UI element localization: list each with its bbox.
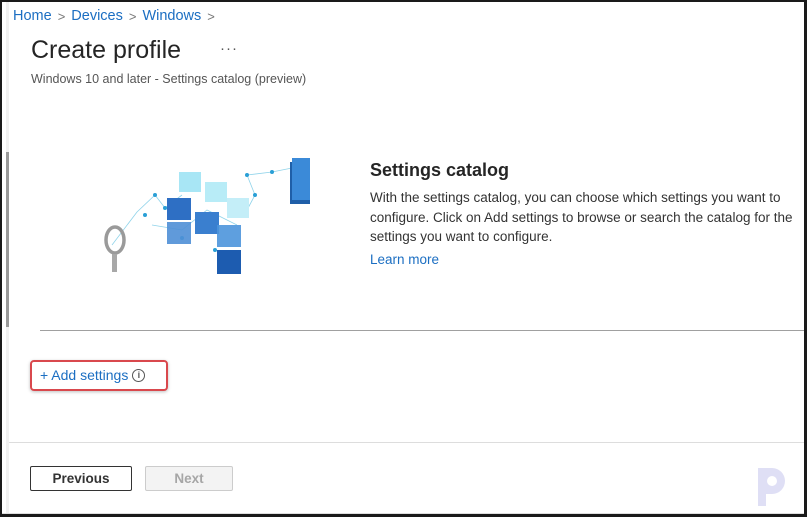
- breadcrumb-devices[interactable]: Devices: [71, 8, 123, 24]
- cubes-icon: [167, 172, 249, 274]
- catalog-description: With the settings catalog, you can choos…: [370, 190, 793, 244]
- previous-button[interactable]: Previous: [30, 466, 132, 491]
- magnifier-icon: [104, 225, 126, 272]
- footer-divider: [9, 442, 804, 443]
- breadcrumb-separator: >: [57, 8, 66, 24]
- add-settings-label: + Add settings: [40, 367, 129, 383]
- more-options-button[interactable]: ···: [220, 40, 238, 57]
- breadcrumb-separator: >: [207, 8, 215, 24]
- breadcrumb-home[interactable]: Home: [13, 8, 52, 24]
- page-frame: Home > Devices > Windows > Create profil…: [2, 2, 804, 514]
- left-scrollbar-thumb[interactable]: [6, 152, 9, 327]
- book-icon: [290, 158, 310, 204]
- breadcrumb-windows[interactable]: Windows: [142, 8, 201, 24]
- section-divider: [40, 330, 804, 331]
- settings-catalog-illustration: [104, 158, 310, 274]
- logo-watermark-icon: [758, 468, 785, 506]
- bottom-border: [2, 513, 804, 514]
- breadcrumb: Home > Devices > Windows >: [13, 8, 215, 24]
- learn-more-link[interactable]: Learn more: [370, 252, 439, 267]
- next-button[interactable]: Next: [145, 466, 233, 491]
- breadcrumb-separator: >: [128, 8, 137, 24]
- info-icon[interactable]: i: [132, 368, 146, 382]
- page-title: Create profile: [31, 36, 182, 64]
- add-settings-link[interactable]: + Add settings i: [40, 367, 146, 383]
- catalog-title: Settings catalog: [370, 160, 510, 180]
- page-subtitle: Windows 10 and later - Settings catalog …: [31, 72, 307, 86]
